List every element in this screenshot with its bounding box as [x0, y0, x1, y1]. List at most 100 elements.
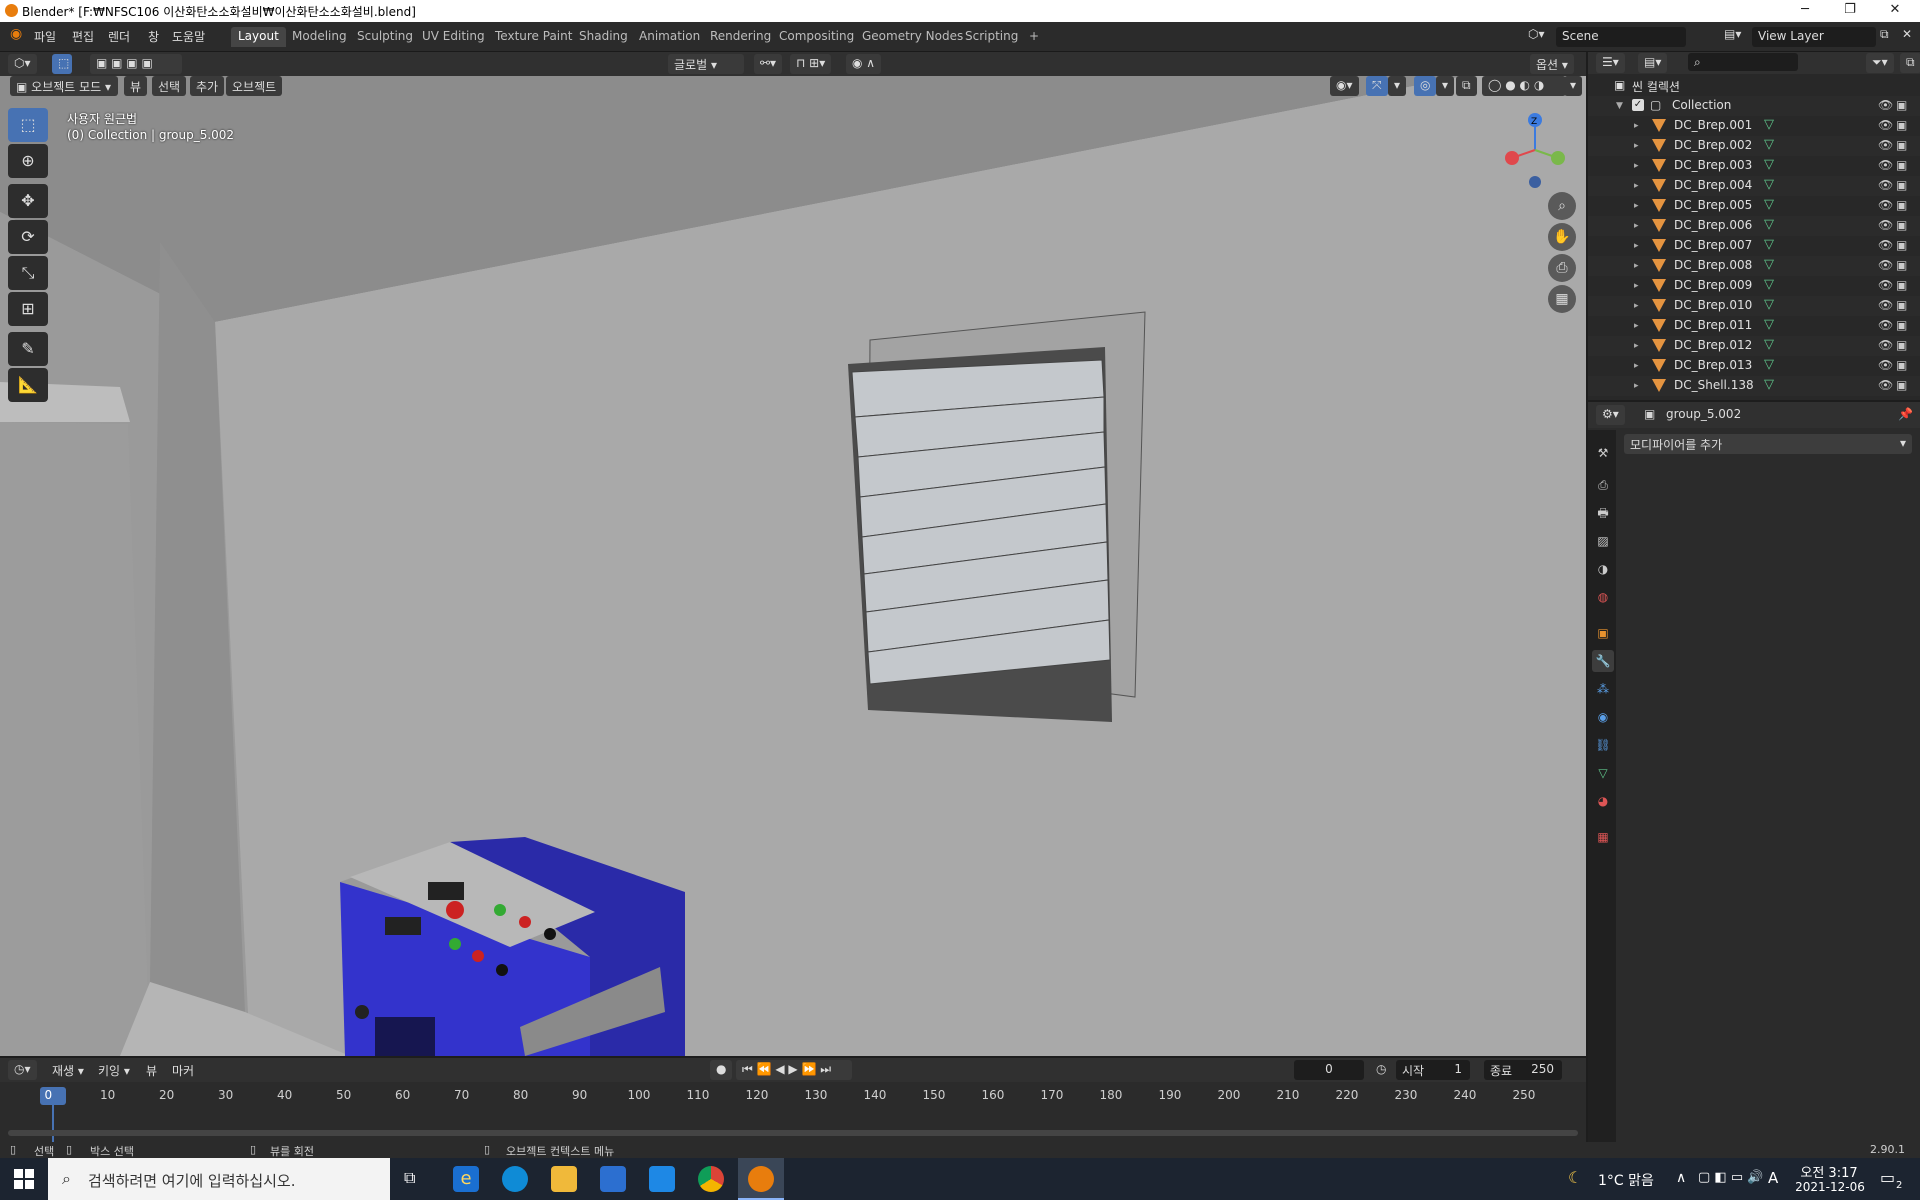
- mesh-data-icon[interactable]: ▽: [1764, 118, 1778, 132]
- clock-date[interactable]: 2021-12-06: [1794, 1180, 1866, 1194]
- camera-icon[interactable]: ▣: [1896, 178, 1907, 192]
- mesh-data-icon[interactable]: ▽: [1764, 238, 1778, 252]
- task-view-icon[interactable]: ⧉: [404, 1168, 415, 1188]
- selection-mode-icons[interactable]: ▣ ▣ ▣ ▣: [90, 54, 182, 74]
- file-explorer-icon[interactable]: [551, 1166, 577, 1192]
- camera-icon[interactable]: ▣: [1896, 198, 1907, 212]
- add-modifier-dropdown[interactable]: 모디파이어를 추가 ▾: [1624, 434, 1912, 454]
- menu-render[interactable]: 렌더: [108, 28, 130, 45]
- camera-icon[interactable]: ▣: [1896, 118, 1907, 132]
- pan-hand-icon[interactable]: ✋: [1548, 223, 1576, 251]
- xray-icon[interactable]: ⧉: [1456, 76, 1477, 96]
- output-tab-icon[interactable]: 🖶: [1592, 502, 1614, 524]
- outliner-item[interactable]: ▸ DC_Brep.011 ▽ 👁 ▣: [1588, 316, 1920, 336]
- expand-arrow-icon[interactable]: ▸: [1634, 221, 1639, 231]
- outliner-item[interactable]: ▸ DC_Brep.005 ▽ 👁 ▣: [1588, 196, 1920, 216]
- checkbox-icon[interactable]: ✓: [1632, 99, 1644, 111]
- tray-chevron-up-icon[interactable]: ∧: [1676, 1170, 1686, 1186]
- mesh-data-icon[interactable]: ▽: [1764, 158, 1778, 172]
- outliner-item[interactable]: ▸ DC_Brep.006 ▽ 👁 ▣: [1588, 216, 1920, 236]
- outliner-item[interactable]: ▸ DC_Brep.002 ▽ 👁 ▣: [1588, 136, 1920, 156]
- tab-rendering[interactable]: Rendering: [703, 27, 778, 47]
- menu-timeline-view[interactable]: 뷰: [140, 1060, 163, 1080]
- mesh-data-icon[interactable]: ▽: [1764, 278, 1778, 292]
- tab-geometry-nodes[interactable]: Geometry Nodes: [855, 27, 970, 47]
- eye-icon[interactable]: 👁: [1878, 238, 1893, 252]
- edge-icon[interactable]: [502, 1166, 528, 1192]
- mesh-data-icon[interactable]: ▽: [1764, 358, 1778, 372]
- tab-scripting[interactable]: Scripting: [958, 27, 1025, 47]
- eye-icon[interactable]: 👁: [1878, 258, 1893, 272]
- snap-icon[interactable]: ⊓ ⊞▾: [790, 54, 832, 74]
- expand-arrow-icon[interactable]: ▸: [1634, 161, 1639, 171]
- outliner-collection[interactable]: ▼ ✓ ▢ Collection 👁 ▣: [1588, 96, 1920, 116]
- render-tab-icon[interactable]: ⎙: [1592, 474, 1614, 496]
- current-frame-field[interactable]: 0: [1294, 1060, 1364, 1080]
- tab-animation[interactable]: Animation: [632, 27, 707, 47]
- outliner-search-input[interactable]: ⌕: [1688, 53, 1798, 71]
- object-tab-icon[interactable]: ▣: [1592, 622, 1614, 644]
- outliner-item[interactable]: ▸ DC_Brep.010 ▽ 👁 ▣: [1588, 296, 1920, 316]
- editor-type-icon[interactable]: ⬡▾: [8, 54, 37, 74]
- camera-icon[interactable]: ▣: [1896, 338, 1907, 352]
- store-icon[interactable]: [600, 1166, 626, 1192]
- clock-time[interactable]: 오전 3:17: [1796, 1162, 1862, 1181]
- expand-arrow-icon[interactable]: ▸: [1634, 341, 1639, 351]
- shading-mode-icons[interactable]: ◯ ● ◐ ◑: [1482, 76, 1566, 96]
- collapse-arrow-icon[interactable]: ▼: [1616, 101, 1623, 111]
- view-layer-field[interactable]: View Layer: [1752, 27, 1876, 47]
- tab-texture-paint[interactable]: Texture Paint: [488, 27, 579, 47]
- object-data-tab-icon[interactable]: ▽: [1592, 762, 1614, 784]
- constraints-tab-icon[interactable]: ⛓: [1592, 734, 1614, 756]
- end-frame-field[interactable]: 종료 250: [1484, 1060, 1562, 1080]
- outliner-item[interactable]: ▸ DC_Brep.009 ▽ 👁 ▣: [1588, 276, 1920, 296]
- outliner-item[interactable]: ▸ DC_Brep.007 ▽ 👁 ▣: [1588, 236, 1920, 256]
- eye-icon[interactable]: 👁: [1878, 378, 1893, 392]
- eye-icon[interactable]: 👁: [1878, 298, 1893, 312]
- mesh-data-icon[interactable]: ▽: [1764, 178, 1778, 192]
- expand-arrow-icon[interactable]: ▸: [1634, 361, 1639, 371]
- camera-icon[interactable]: ▣: [1896, 238, 1907, 252]
- outliner-item[interactable]: ▸ DC_Brep.008 ▽ 👁 ▣: [1588, 256, 1920, 276]
- blender-menu-icon[interactable]: ◉: [10, 26, 22, 42]
- gizmo-dropdown-icon[interactable]: ▾: [1388, 76, 1407, 96]
- weather-label[interactable]: 1°C 맑음: [1598, 1170, 1654, 1190]
- eye-icon[interactable]: 👁: [1878, 358, 1893, 372]
- tab-compositing[interactable]: Compositing: [772, 27, 861, 47]
- mail-icon[interactable]: [649, 1166, 675, 1192]
- menu-object[interactable]: 오브젝트: [226, 76, 283, 96]
- scene-name-field[interactable]: Scene: [1556, 27, 1686, 47]
- world-tab-icon[interactable]: ◍: [1592, 586, 1614, 608]
- camera-icon[interactable]: ▣: [1896, 278, 1907, 292]
- menu-marker[interactable]: 마커: [166, 1060, 200, 1080]
- timeline-editor-type-icon[interactable]: ◷▾: [8, 1060, 37, 1080]
- menu-help[interactable]: 도움말: [172, 28, 205, 45]
- options-dropdown[interactable]: 옵션 ▾: [1530, 54, 1574, 74]
- expand-arrow-icon[interactable]: ▸: [1634, 241, 1639, 251]
- outliner-editor-type-icon[interactable]: ☰▾: [1596, 53, 1625, 73]
- material-tab-icon[interactable]: ◕: [1592, 790, 1614, 812]
- tab-modeling[interactable]: Modeling: [285, 27, 354, 47]
- menu-playback[interactable]: 재생 ▾: [46, 1060, 90, 1080]
- mesh-data-icon[interactable]: ▽: [1764, 378, 1778, 392]
- ime-indicator[interactable]: A: [1768, 1169, 1778, 1187]
- select-box-tool-icon[interactable]: ⬚: [8, 108, 48, 142]
- mesh-data-icon[interactable]: ▽: [1764, 318, 1778, 332]
- outliner-item[interactable]: ▸ DC_Shell.138 ▽ 👁 ▣: [1588, 376, 1920, 396]
- orientation-gizmo[interactable]: Z: [1500, 110, 1570, 190]
- minimize-icon[interactable]: ─: [1790, 2, 1820, 20]
- expand-arrow-icon[interactable]: ▸: [1634, 281, 1639, 291]
- camera-icon[interactable]: ▣: [1896, 358, 1907, 372]
- outliner-item[interactable]: ▸ DC_Brep.003 ▽ 👁 ▣: [1588, 156, 1920, 176]
- annotate-tool-icon[interactable]: ✎: [8, 332, 48, 366]
- properties-editor-type-icon[interactable]: ⚙▾: [1596, 405, 1625, 425]
- tab-shading[interactable]: Shading: [572, 27, 635, 47]
- start-frame-field[interactable]: 시작 1: [1396, 1060, 1470, 1080]
- remove-view-layer-icon[interactable]: ✕: [1902, 27, 1912, 41]
- camera-icon[interactable]: ▣: [1896, 218, 1907, 232]
- expand-arrow-icon[interactable]: ▸: [1634, 301, 1639, 311]
- eye-icon[interactable]: 👁: [1878, 98, 1893, 112]
- expand-arrow-icon[interactable]: ▸: [1634, 121, 1639, 131]
- camera-view-icon[interactable]: ⎙: [1548, 254, 1576, 282]
- transform-tool-icon[interactable]: ⊞: [8, 292, 48, 326]
